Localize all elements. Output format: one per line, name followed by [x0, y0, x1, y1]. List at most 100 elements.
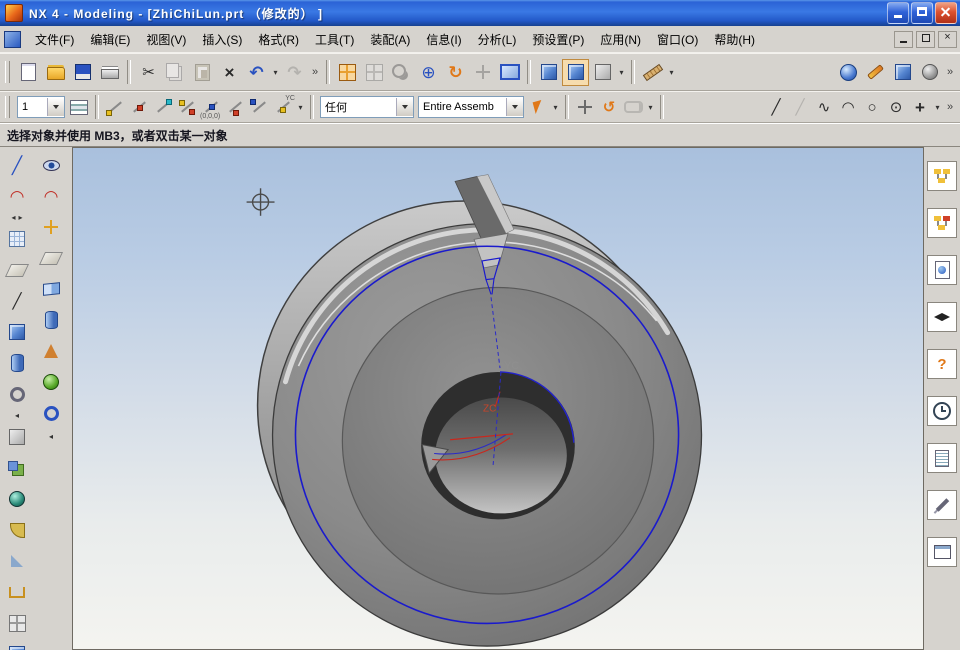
help-button[interactable]: ?: [927, 349, 957, 379]
redo-button[interactable]: ↷: [281, 59, 308, 86]
shape-studio-button[interactable]: [862, 59, 889, 86]
close-button[interactable]: [935, 2, 957, 24]
fit-view-button[interactable]: [334, 59, 361, 86]
shaded-view-button[interactable]: [535, 59, 562, 86]
toolbar-grip[interactable]: [5, 96, 10, 118]
roles-button[interactable]: [927, 302, 957, 332]
wireframe-view-button[interactable]: [589, 59, 616, 86]
toolbar-overflow-chevron[interactable]: »: [308, 66, 322, 78]
snap-endpoint-button[interactable]: [103, 94, 127, 120]
arc-button[interactable]: ◠: [836, 95, 860, 119]
snap-midpoint-button[interactable]: [127, 94, 151, 120]
new-button[interactable]: [15, 59, 42, 86]
menu-file[interactable]: 文件(F): [27, 29, 82, 50]
blend-tool-button[interactable]: [3, 516, 31, 544]
measure-button[interactable]: [639, 59, 666, 86]
snap-control-point-button[interactable]: [151, 94, 175, 120]
menu-edit[interactable]: 编辑(E): [82, 29, 138, 50]
selection-intent-button[interactable]: [526, 95, 550, 119]
datum-axis-tool-button[interactable]: ╱: [3, 287, 31, 315]
point-tool-button[interactable]: [37, 213, 65, 241]
print-button[interactable]: [96, 59, 123, 86]
snap-quadrant-button[interactable]: [247, 94, 271, 120]
palettes-button[interactable]: [927, 537, 957, 567]
layer-settings-button[interactable]: [67, 95, 91, 119]
point-button[interactable]: +: [908, 95, 932, 119]
snap-intersection-button[interactable]: [175, 94, 199, 120]
assembly-navigator-button[interactable]: [927, 161, 957, 191]
selection-intent-dropdown[interactable]: ▾: [550, 94, 561, 120]
type-filter-combobox[interactable]: 任何: [320, 96, 414, 118]
find-component-button[interactable]: [573, 95, 597, 119]
revolve-tool-button[interactable]: [3, 349, 31, 377]
cut-button[interactable]: ✂: [135, 59, 162, 86]
sphere-green-tool-button[interactable]: [37, 368, 65, 396]
graphics-viewport[interactable]: YC ZC: [72, 147, 924, 650]
modeling-app-button[interactable]: [916, 59, 943, 86]
assemblies-app-button[interactable]: [889, 59, 916, 86]
shaded-with-edges-button[interactable]: [562, 59, 589, 86]
toolbar-flyout-arrows[interactable]: ◂▸: [3, 213, 31, 222]
target-tool-button[interactable]: [37, 399, 65, 427]
delete-button[interactable]: ×: [216, 59, 243, 86]
spline-button[interactable]: ∿: [812, 95, 836, 119]
datum-tool-button[interactable]: [37, 244, 65, 272]
undo-dropdown[interactable]: ▾: [270, 59, 281, 85]
circle-button[interactable]: ○: [860, 95, 884, 119]
measure-dropdown[interactable]: ▾: [666, 59, 677, 85]
inferred-line-button[interactable]: ╱: [788, 95, 812, 119]
menu-analysis[interactable]: 分析(L): [470, 29, 525, 50]
display-mode-dropdown[interactable]: ▾: [616, 59, 627, 85]
interpart-link-button[interactable]: [621, 95, 645, 119]
sphere-tool-button[interactable]: [3, 485, 31, 513]
perspective-button[interactable]: [496, 59, 523, 86]
menu-help[interactable]: 帮助(H): [706, 29, 763, 50]
toolbar-flyout-arrows[interactable]: ◂: [3, 411, 31, 420]
snap-origin-button[interactable]: (0,0,0): [199, 94, 223, 120]
combo-arrow-button[interactable]: [396, 98, 413, 116]
undo-button[interactable]: ↶: [243, 59, 270, 86]
maximize-button[interactable]: [911, 2, 933, 24]
pan-button[interactable]: [469, 59, 496, 86]
snap-wcs-point-button[interactable]: YC: [271, 94, 295, 120]
shell-tool-button[interactable]: [3, 578, 31, 606]
line-tool-button[interactable]: ╱: [3, 151, 31, 179]
mirror-tool-button[interactable]: [3, 640, 31, 650]
sheet-tool-button[interactable]: [37, 275, 65, 303]
menu-application[interactable]: 应用(N): [592, 29, 649, 50]
mdi-minimize-button[interactable]: [894, 31, 913, 48]
combo-arrow-button[interactable]: [47, 98, 64, 116]
hole-tool-button[interactable]: [3, 380, 31, 408]
mdi-close-button[interactable]: ×: [938, 31, 957, 48]
system-tools-button[interactable]: [927, 490, 957, 520]
datum-plane-tool-button[interactable]: [3, 256, 31, 284]
zoom-region-button[interactable]: [388, 59, 415, 86]
selection-scope-combobox[interactable]: Entire Assemb: [418, 96, 524, 118]
line-button[interactable]: ╱: [764, 95, 788, 119]
link-dropdown[interactable]: ▾: [645, 94, 656, 120]
menu-assemblies[interactable]: 装配(A): [362, 29, 418, 50]
curve-dropdown[interactable]: ▾: [932, 94, 943, 120]
snap-arc-center-button[interactable]: [223, 94, 247, 120]
combo-arrow-button[interactable]: [506, 98, 523, 116]
mdi-restore-button[interactable]: [916, 31, 935, 48]
menu-information[interactable]: 信息(I): [418, 29, 469, 50]
part-navigator-button[interactable]: [927, 255, 957, 285]
information-button[interactable]: [927, 443, 957, 473]
constraint-navigator-button[interactable]: [927, 208, 957, 238]
curve-tool-button[interactable]: ◠: [37, 182, 65, 210]
zoom-in-out-button[interactable]: ⊕: [415, 59, 442, 86]
open-button[interactable]: [42, 59, 69, 86]
web-browser-button[interactable]: [835, 59, 862, 86]
block-tool-button[interactable]: [3, 423, 31, 451]
menu-format[interactable]: 格式(R): [250, 29, 307, 50]
rotate-view-button[interactable]: ↻: [442, 59, 469, 86]
toolbar-overflow-chevron[interactable]: »: [943, 101, 957, 113]
toolbar-flyout-arrows[interactable]: ◂: [37, 430, 65, 443]
circle-center-button[interactable]: ⊙: [884, 95, 908, 119]
toolbar-overflow-chevron[interactable]: »: [943, 66, 957, 78]
toolbar-grip[interactable]: [5, 61, 10, 83]
gear-blank-model[interactable]: YC ZC: [258, 175, 702, 647]
menu-insert[interactable]: 插入(S): [194, 29, 250, 50]
save-button[interactable]: [69, 59, 96, 86]
